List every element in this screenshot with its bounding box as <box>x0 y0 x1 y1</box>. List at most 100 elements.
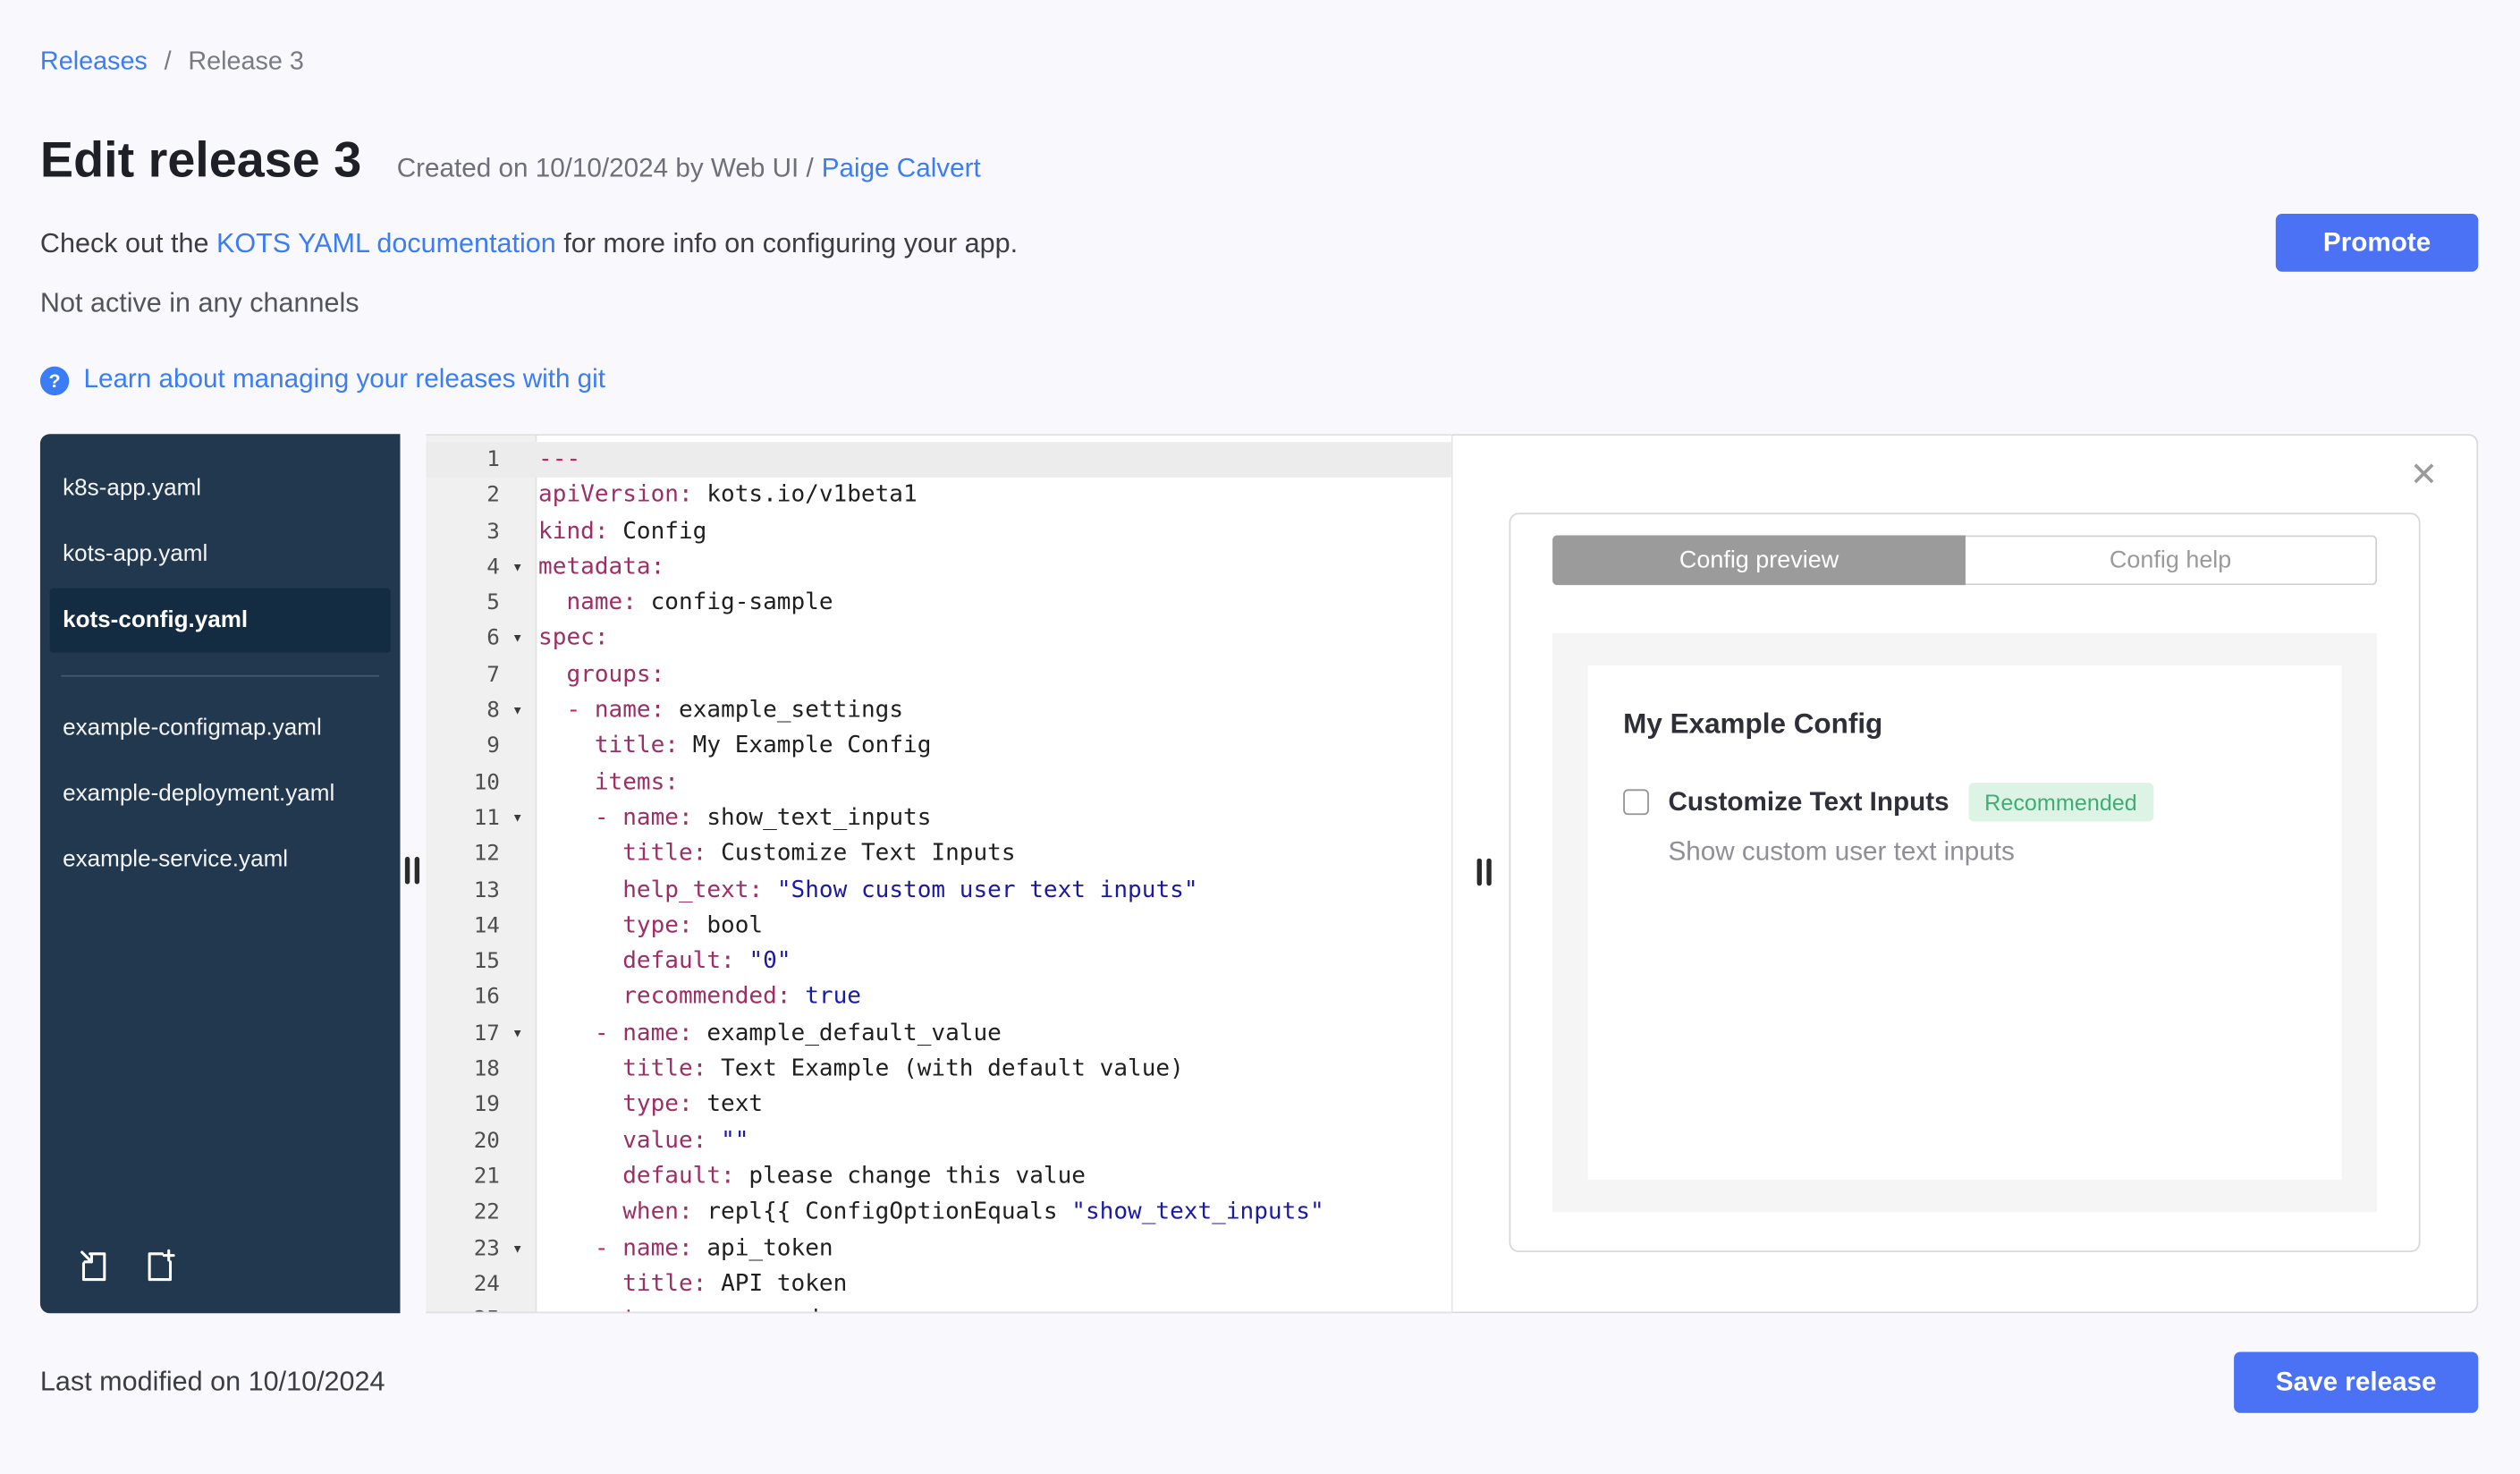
new-file-icon[interactable] <box>143 1248 179 1284</box>
code-line[interactable]: 17 ▾ - name: example_default_value <box>426 1015 1451 1051</box>
code-line[interactable]: 3 kind: Config <box>426 513 1451 549</box>
close-icon[interactable]: ✕ <box>2410 458 2439 492</box>
author-link[interactable]: Paige Calvert <box>822 155 981 183</box>
sidebar-resize-handle[interactable] <box>404 856 420 885</box>
code-line[interactable]: 21 default: please change this value <box>426 1159 1451 1195</box>
code-line[interactable]: 13 help_text: "Show custom user text inp… <box>426 872 1451 908</box>
code-line[interactable]: 7 groups: <box>426 657 1451 693</box>
code-text: items: <box>594 769 679 796</box>
fold-arrow-icon[interactable]: ▾ <box>500 549 536 585</box>
code-line[interactable]: 12 title: Customize Text Inputs <box>426 836 1451 872</box>
line-number: 13 <box>473 877 500 903</box>
code-line[interactable]: 5 name: config-sample <box>426 586 1451 622</box>
docs-suffix: for more info on configuring your app. <box>555 228 1019 259</box>
file-name-label: example-deployment.yaml <box>63 781 335 808</box>
config-form: My Example Config Customize Text Inputs … <box>1587 665 2342 1181</box>
code-line[interactable]: 18 title: Text Example (with default val… <box>426 1051 1451 1087</box>
sidebar-file-kots-config.yaml[interactable]: kots-config.yaml <box>49 588 391 654</box>
docs-prefix: Check out the <box>39 228 216 259</box>
help-question-icon[interactable]: ? <box>39 365 70 395</box>
breadcrumb: Releases / Release 3 <box>40 48 2478 77</box>
code-line[interactable]: 22 when: repl{{ ConfigOptionEquals "show… <box>426 1195 1451 1231</box>
line-number: 24 <box>473 1271 500 1298</box>
code-line[interactable]: 25 type: password <box>426 1302 1451 1311</box>
fold-arrow-icon[interactable]: ▾ <box>500 693 536 729</box>
editor-lines: 1 --- 2 apiVersion: kots.io/v1beta1 3 kind: C… <box>426 442 1451 1312</box>
breadcrumb-releases-link[interactable]: Releases <box>40 48 148 76</box>
preview-resize-handle[interactable] <box>1476 858 1492 886</box>
line-number: 17 <box>473 1020 500 1046</box>
code-line[interactable]: 1 --- <box>426 442 1451 479</box>
yaml-editor[interactable]: 1 --- 2 apiVersion: kots.io/v1beta1 3 kind: C… <box>426 434 1451 1314</box>
page-title: Edit release 3 <box>39 131 362 189</box>
code-line[interactable]: 14 type: bool <box>426 908 1451 944</box>
code-text: value: "" <box>622 1127 749 1154</box>
code-text: title: Text Example (with default value) <box>622 1055 1184 1082</box>
code-line[interactable]: 11 ▾ - name: show_text_inputs <box>426 801 1451 836</box>
upload-file-icon[interactable] <box>75 1248 111 1284</box>
code-line[interactable]: 4 ▾ metadata: <box>426 549 1451 585</box>
line-number: 7 <box>486 662 500 688</box>
sidebar-file-example-service.yaml[interactable]: example-service.yaml <box>50 828 391 894</box>
line-number: 23 <box>473 1235 500 1261</box>
code-line[interactable]: 15 default: "0" <box>426 944 1451 979</box>
code-line[interactable]: 2 apiVersion: kots.io/v1beta1 <box>426 478 1451 513</box>
code-line[interactable]: 23 ▾ - name: api_token <box>426 1231 1451 1266</box>
code-line[interactable]: 19 type: text <box>426 1088 1451 1123</box>
channel-status: Not active in any channels <box>39 287 359 318</box>
save-release-button[interactable]: Save release <box>2234 1351 2479 1413</box>
sidebar-file-example-deployment.yaml[interactable]: example-deployment.yaml <box>50 762 391 827</box>
fold-arrow-icon[interactable]: ▾ <box>500 622 536 657</box>
file-name-label: kots-config.yaml <box>63 606 249 633</box>
code-line[interactable]: 9 title: My Example Config <box>426 729 1451 765</box>
promote-button[interactable]: Promote <box>2275 214 2479 272</box>
tab-config-preview[interactable]: Config preview <box>1552 535 1966 586</box>
customize-text-inputs-checkbox[interactable] <box>1623 789 1649 816</box>
tab-config-help[interactable]: Config help <box>1965 535 2378 586</box>
kots-yaml-docs-link[interactable]: KOTS YAML documentation <box>216 228 556 258</box>
line-number: 25 <box>426 1302 500 1311</box>
file-name-label: example-service.yaml <box>63 847 289 873</box>
code-line[interactable]: 24 title: API token <box>426 1266 1451 1302</box>
code-text: when: repl{{ ConfigOptionEquals "show_te… <box>622 1199 1324 1225</box>
line-number: 2 <box>486 482 500 509</box>
line-number: 15 <box>473 948 500 975</box>
sidebar-file-kots-app.yaml[interactable]: kots-app.yaml <box>50 522 391 588</box>
config-item-label[interactable]: Customize Text Inputs <box>1668 787 1949 817</box>
sidebar-file-k8s-app.yaml[interactable]: k8s-app.yaml <box>50 456 391 521</box>
fold-arrow-icon[interactable]: ▾ <box>500 1231 536 1266</box>
code-line[interactable]: 8 ▾ - name: example_settings <box>426 693 1451 729</box>
git-releases-help-link[interactable]: Learn about managing your releases with … <box>83 365 605 395</box>
code-line[interactable]: 6 ▾ spec: <box>426 622 1451 657</box>
code-text: --- <box>538 446 581 473</box>
code-text: name: config-sample <box>566 589 833 616</box>
line-number: 5 <box>486 589 500 616</box>
sidebar-file-example-configmap.yaml[interactable]: example-configmap.yaml <box>50 697 391 762</box>
code-text: apiVersion: kots.io/v1beta1 <box>538 482 918 509</box>
code-line[interactable]: 20 value: "" <box>426 1123 1451 1159</box>
line-number: 21 <box>473 1164 500 1190</box>
code-text: default: "0" <box>622 948 791 975</box>
code-text: title: My Example Config <box>594 733 932 759</box>
fold-arrow-icon[interactable]: ▾ <box>500 801 536 836</box>
code-line[interactable]: 16 recommended: true <box>426 979 1451 1015</box>
fold-arrow-icon[interactable]: ▾ <box>500 1015 536 1051</box>
preview-tabs: Config preview Config help <box>1552 535 2378 586</box>
sidebar-actions <box>40 1224 401 1313</box>
file-list-top: k8s-app.yaml kots-app.yaml kots-config.yam… <box>40 456 401 654</box>
code-text: - name: show_text_inputs <box>594 805 932 832</box>
config-item-help-text: Show custom user text inputs <box>1668 837 2015 867</box>
line-number: 8 <box>486 698 500 724</box>
docs-line: Check out the KOTS YAML documentation fo… <box>40 228 2478 260</box>
code-text: spec: <box>538 625 609 652</box>
code-text: default: please change this value <box>622 1164 1086 1190</box>
code-line[interactable]: 10 items: <box>426 765 1451 801</box>
